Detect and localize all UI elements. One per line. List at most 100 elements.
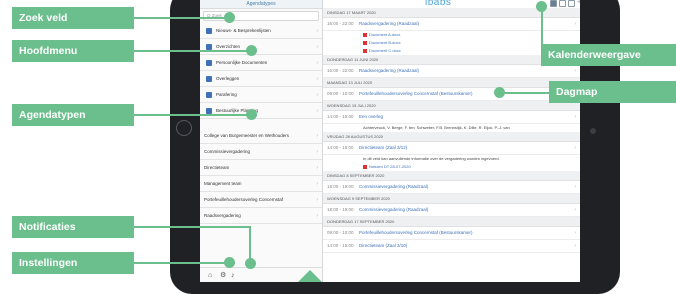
tablet-home-button — [176, 120, 192, 136]
event-time: 18:00 - 19:00 — [327, 207, 354, 212]
app-screen: Agendatypes Q Zoek Nieuws- & Besprekenli… — [200, 0, 580, 282]
callout-dot — [536, 1, 547, 12]
sidebar-item-label: Overleggen — [216, 76, 240, 81]
agenda-type-label: Raadsvergadering — [204, 213, 241, 218]
agenda-type-item[interactable]: Management team › — [200, 176, 322, 192]
chart-icon — [206, 43, 212, 50]
callout-kalenderweergave: Kalenderweergave — [541, 44, 676, 66]
document-icon — [206, 59, 212, 66]
chevron-right-icon: › — [316, 43, 318, 50]
callout-instellingen: Instellingen — [12, 252, 134, 274]
callout-connector — [134, 50, 250, 52]
pdf-icon — [363, 40, 367, 45]
agenda-event[interactable]: 14:00 - 15:00 Directieteam (Zaal 3/10) › — [323, 240, 580, 253]
day-header: WOENSDAG 9 SEPTEMBER 2020 — [323, 194, 580, 204]
callout-connector — [249, 226, 251, 262]
chevron-right-icon: › — [316, 180, 318, 187]
pdf-icon — [363, 164, 367, 169]
agenda-type-item[interactable]: Raadsvergadering › — [200, 208, 322, 224]
sidebar-item-parafering[interactable]: Parafering › — [200, 87, 322, 103]
sidebar-item-documents[interactable]: Persoonlijke Documenten › — [200, 55, 322, 71]
sidebar-item-lists[interactable]: Nieuws- & Besprekenlijsten › — [200, 23, 322, 39]
callout-connector — [134, 17, 228, 19]
chevron-right-icon: › — [574, 207, 576, 213]
chevron-right-icon: › — [574, 243, 576, 249]
callout-hoofdmenu: Hoofdmenu — [12, 40, 134, 62]
list-icon — [206, 27, 212, 34]
sidebar-title: Agendatypes — [200, 0, 322, 9]
event-time: 09:00 - 10:00 — [327, 230, 354, 235]
agenda-type-item[interactable]: Portefeuillehoudersoverleg Concernstaf › — [200, 192, 322, 208]
sidebar-item-planning[interactable]: Bestuurlijke Planning › — [200, 103, 322, 119]
callout-dagmap: Dagmap — [549, 81, 676, 103]
pdf-icon — [363, 48, 367, 53]
sidebar: Agendatypes Q Zoek Nieuws- & Besprekenli… — [200, 0, 323, 282]
calendar-view-button[interactable] — [550, 0, 557, 7]
event-title: Directieteam (Zaal 3/10) — [359, 243, 408, 248]
document-name: Document B.docx — [369, 40, 401, 45]
chevron-right-icon: › — [316, 91, 318, 98]
event-title: Directieteam (Zaal 3/12) — [359, 145, 408, 150]
agenda-type-label: Directieteam — [204, 165, 230, 170]
agenda-event[interactable]: 14:00 - 16:00 Een overleg › — [323, 111, 580, 124]
agenda-event[interactable]: 18:00 - 19:00 Commissievergadering (Raadz… — [323, 204, 580, 217]
callout-dot — [246, 109, 257, 120]
agenda-event[interactable]: 09:00 - 10:00 Portefeuillehoudersoverleg … — [323, 227, 580, 240]
event-time: 16:00 - 22:00 — [327, 21, 354, 26]
sidebar-item-label: Parafering — [216, 92, 237, 97]
agenda-event[interactable]: 16:00 - 22:00 Raadsvergadering (Raadzaal)… — [323, 65, 580, 78]
brand-triangle-icon — [298, 270, 322, 282]
sidebar-item-overviews[interactable]: Overzichten › — [200, 39, 322, 55]
callout-dot — [246, 45, 257, 56]
pdf-icon — [363, 32, 367, 37]
home-icon[interactable]: ⌂ — [208, 272, 212, 279]
event-time: 14:00 - 15:00 — [327, 243, 354, 248]
agenda-type-label: Portefeuillehoudersoverleg Concernstaf — [204, 197, 284, 202]
agenda-type-item[interactable]: College van Burgemeester en Wethouders › — [200, 128, 322, 144]
chevron-right-icon: › — [316, 59, 318, 66]
chevron-right-icon: › — [316, 196, 318, 203]
document-link[interactable]: Notulen DT 28-07-2020 — [323, 163, 580, 171]
chevron-right-icon: › — [574, 145, 576, 151]
event-title: Portefeuillehoudersoverleg Concernstaf (… — [359, 230, 473, 235]
event-time: 14:00 - 16:00 — [327, 114, 354, 119]
callout-dot — [224, 12, 235, 23]
callout-connector — [134, 114, 250, 116]
event-title: Portefeuillehoudersoverleg Concernstaf (… — [359, 91, 473, 96]
event-time: 16:00 - 22:00 — [327, 68, 354, 73]
event-title: Raadsvergadering (Raadzaal) — [359, 21, 420, 26]
callout-connector — [134, 262, 228, 264]
callout-dot — [224, 257, 235, 268]
chevron-right-icon: › — [316, 107, 318, 114]
callout-connector — [134, 226, 250, 228]
day-header: MAANDAG 13 JULI 2020 — [323, 78, 580, 88]
callout-notificaties: Notificaties — [12, 216, 134, 238]
view-toggle-button[interactable] — [559, 0, 566, 7]
agenda-event[interactable]: 14:00 - 16:00 Directieteam (Zaal 3/12) › — [323, 142, 580, 155]
agenda-type-item[interactable]: Directieteam › — [200, 160, 322, 176]
event-title: Een overleg — [359, 114, 384, 119]
event-time: 18:00 - 19:00 — [327, 184, 354, 189]
chevron-right-icon: › — [316, 148, 318, 155]
search-input[interactable]: Q Zoek — [203, 11, 319, 21]
view-toggle-button[interactable] — [568, 0, 575, 7]
gear-icon[interactable]: ⚙ — [220, 271, 226, 279]
agenda-event[interactable]: 18:00 - 19:00 Commissievergadering (Raadz… — [323, 181, 580, 194]
add-icon[interactable]: + — [577, 0, 580, 7]
bell-icon[interactable]: ♪ — [231, 272, 235, 279]
agenda-type-item[interactable]: Commissievergadering › — [200, 144, 322, 160]
calendar-icon — [206, 107, 212, 114]
event-time: 14:00 - 16:00 — [327, 145, 354, 150]
people-icon — [206, 75, 212, 82]
document-name: Document A.docx — [369, 32, 401, 37]
document-name: Document C.docx — [369, 48, 401, 53]
event-title: Raadsvergadering (Raadzaal) — [359, 68, 420, 73]
sidebar-item-meetings[interactable]: Overleggen › — [200, 71, 322, 87]
agenda-type-label: Management team — [204, 181, 242, 186]
callout-connector — [505, 92, 549, 94]
agenda-event[interactable]: 09:00 - 10:00 Portefeuillehoudersoverleg … — [323, 88, 580, 101]
document-name: Notulen DT 28-07-2020 — [369, 164, 411, 169]
callout-dot — [245, 258, 256, 269]
ibabs-logo: ibabs — [425, 0, 452, 8]
